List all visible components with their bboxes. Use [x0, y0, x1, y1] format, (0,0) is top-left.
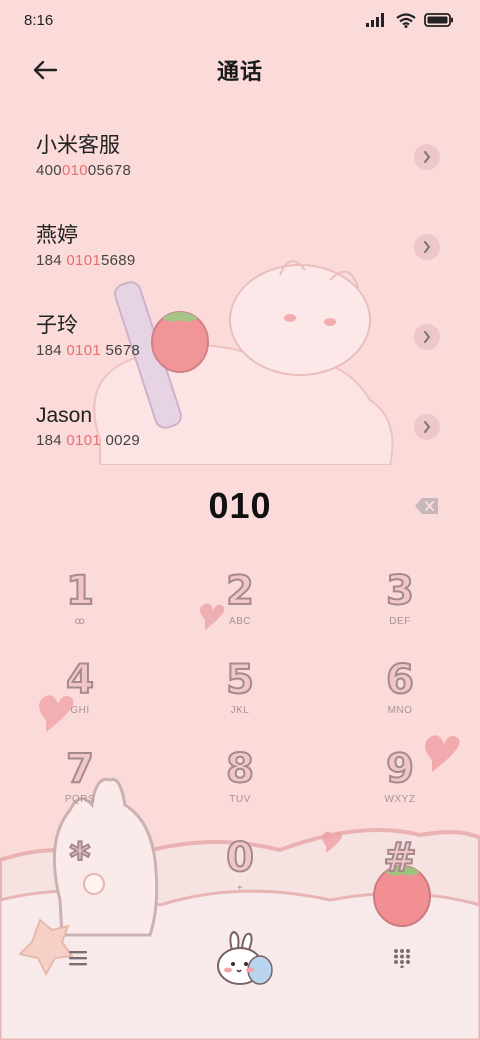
chevron-right-icon	[424, 421, 431, 433]
contact-name: 子玲	[36, 314, 78, 337]
number-match: 0101	[66, 252, 101, 269]
key-star[interactable]: *	[20, 834, 140, 915]
wifi-icon	[396, 12, 416, 28]
contact-detail-button[interactable]	[414, 414, 440, 440]
key-2[interactable]: 2 ABC	[180, 567, 300, 648]
key-hash[interactable]: #	[340, 834, 460, 915]
status-bar: 8:16	[0, 0, 480, 40]
page-title: 通话	[216, 59, 263, 84]
chevron-right-icon	[424, 151, 431, 163]
number-match: 0101	[66, 342, 101, 359]
contact-number: 40001005678	[36, 162, 132, 179]
chevron-right-icon	[424, 241, 431, 253]
bunny-call-icon	[217, 930, 273, 985]
key-6[interactable]: 6 MNO	[340, 656, 460, 737]
key-9[interactable]: 9 WXYZ	[340, 745, 460, 826]
key-4[interactable]: 4 GHI	[20, 656, 140, 737]
menu-button[interactable]	[62, 944, 94, 972]
signal-icon	[366, 13, 384, 27]
key-3[interactable]: 3 DEF	[340, 567, 460, 648]
call-button[interactable]	[208, 926, 274, 990]
status-time: 8:16	[24, 11, 54, 29]
contact-row[interactable]: Jason 184 0101 0029	[0, 382, 480, 472]
back-button[interactable]	[28, 54, 62, 86]
menu-icon	[69, 951, 87, 966]
contact-number: 184 01015689	[36, 252, 136, 269]
key-5[interactable]: 5 JKL	[180, 656, 300, 737]
key-0[interactable]: 0 +	[180, 834, 300, 915]
dialpad-toggle-button[interactable]	[386, 942, 418, 974]
contact-detail-button[interactable]	[414, 324, 440, 350]
contact-name: 燕婷	[36, 224, 78, 247]
header: 通话	[0, 44, 480, 96]
backspace-icon	[415, 498, 438, 514]
back-arrow-icon	[33, 60, 58, 80]
contact-row[interactable]: 燕婷 184 01015689	[0, 202, 480, 292]
dialpad-icon	[394, 949, 410, 968]
contact-detail-button[interactable]	[414, 234, 440, 260]
chevron-right-icon	[424, 331, 431, 343]
dial-display: 010	[0, 478, 480, 534]
key-1[interactable]: 1 ꝏ	[20, 567, 140, 648]
dialed-number: 010	[208, 485, 272, 526]
number-match: 010	[61, 162, 88, 179]
contact-name: 小米客服	[36, 134, 120, 157]
backspace-button[interactable]	[414, 496, 440, 516]
key-8[interactable]: 8 TUV	[180, 745, 300, 826]
bottom-action-bar	[0, 918, 480, 998]
contact-suggestion-list: 小米客服 40001005678 燕婷 184 01015689 子玲 184 …	[0, 112, 480, 472]
voicemail-icon: ꝏ	[74, 616, 86, 627]
contact-row[interactable]: 子玲 184 0101 5678	[0, 292, 480, 382]
contact-number: 184 0101 0029	[36, 432, 141, 449]
contact-name: Jason	[36, 404, 93, 427]
key-7[interactable]: 7 PQRS	[20, 745, 140, 826]
contact-row[interactable]: 小米客服 40001005678	[0, 112, 480, 202]
contact-detail-button[interactable]	[414, 144, 440, 170]
contact-number: 184 0101 5678	[36, 342, 141, 359]
battery-icon	[424, 13, 453, 27]
number-match: 0101	[66, 432, 101, 449]
